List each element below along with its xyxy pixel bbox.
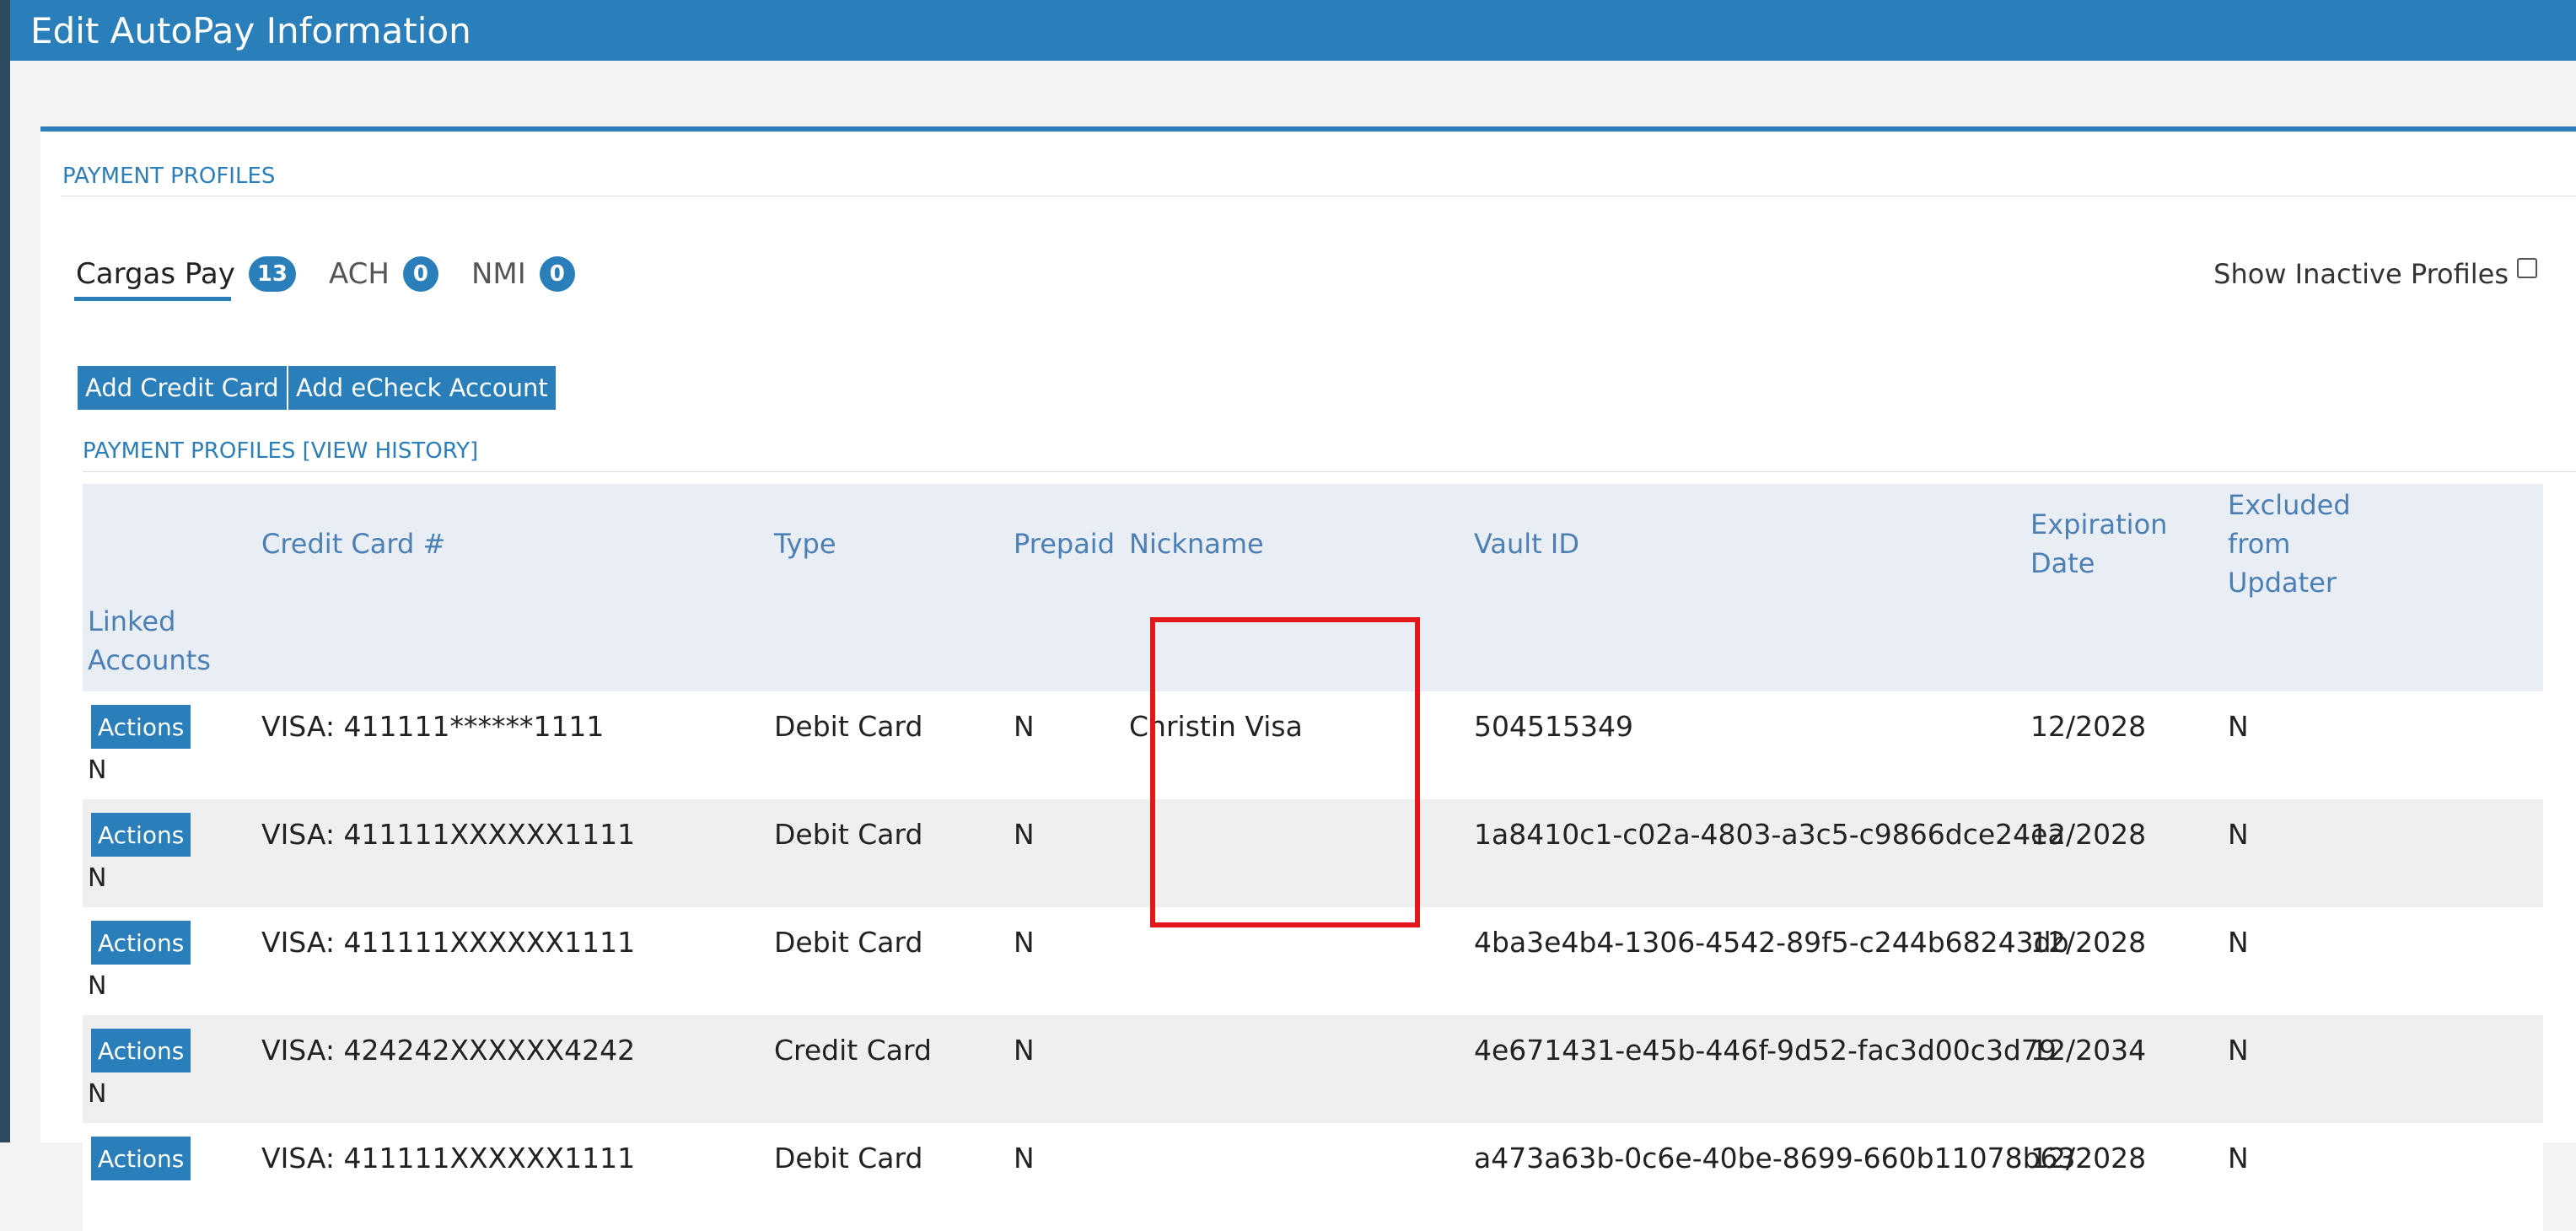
linked-accounts-value: N	[88, 971, 107, 1001]
table-row: Actions N VISA: 424242XXXXXX4242 Credit …	[83, 1015, 2543, 1123]
excluded-value: N	[2228, 1033, 2249, 1067]
count-badge: 0	[402, 256, 438, 292]
show-inactive-toggle[interactable]: Show Inactive Profiles	[2213, 258, 2537, 290]
prepaid-value: N	[1014, 817, 1035, 851]
table-row: Actions N VISA: 411111******1111 Debit C…	[83, 691, 2543, 799]
actions-button[interactable]: Actions	[91, 921, 191, 965]
expiration-value: 12/2034	[2030, 1033, 2147, 1067]
vault-id-value: 1a8410c1-c02a-4803-a3c5-c9866dce24ea	[1474, 817, 2065, 851]
header-expiration-date: Expiration Date	[2030, 508, 2168, 579]
card-type: Debit Card	[774, 709, 923, 743]
header-vault-id: Vault ID	[1474, 528, 1579, 560]
expiration-value: 12/2028	[2030, 1141, 2147, 1175]
subtitle-divider	[83, 471, 2576, 472]
title-bar: Edit AutoPay Information	[10, 0, 2576, 61]
header-credit-card: Credit Card #	[261, 528, 446, 560]
vault-id-value: 4ba3e4b4-1306-4542-89f5-c244b68243db	[1474, 925, 2069, 959]
tab-ach[interactable]: ACH 0	[329, 256, 438, 292]
show-inactive-checkbox[interactable]	[2517, 258, 2537, 278]
card-number: VISA: 411111XXXXXX1111	[261, 1141, 636, 1175]
section-title: PAYMENT PROFILES	[62, 164, 276, 189]
add-echeck-account-button[interactable]: Add eCheck Account	[288, 366, 556, 410]
header-nickname: Nickname	[1129, 528, 1264, 560]
card-number: VISA: 411111XXXXXX1111	[261, 925, 636, 959]
linked-accounts-value: N	[88, 863, 107, 893]
tab-label: Cargas Pay	[76, 257, 235, 291]
payment-profiles-panel: PAYMENT PROFILES Cargas Pay 13 ACH 0 NMI…	[40, 126, 2576, 1231]
tab-label: ACH	[329, 257, 390, 291]
page-title: Edit AutoPay Information	[30, 9, 471, 51]
nickname-value: Christin Visa	[1129, 709, 1303, 743]
prepaid-value: N	[1014, 925, 1035, 959]
actions-button[interactable]: Actions	[91, 1029, 191, 1072]
expiration-value: 12/2028	[2030, 817, 2147, 851]
active-tab-indicator	[74, 297, 231, 301]
excluded-value: N	[2228, 1141, 2249, 1175]
count-badge: 13	[248, 256, 297, 292]
header-prepaid: Prepaid	[1014, 528, 1113, 560]
excluded-value: N	[2228, 817, 2249, 851]
card-number: VISA: 411111XXXXXX1111	[261, 817, 636, 851]
card-number: VISA: 424242XXXXXX4242	[261, 1033, 636, 1067]
table-row: Actions N VISA: 411111XXXXXX1111 Debit C…	[83, 799, 2543, 907]
card-type: Debit Card	[774, 1141, 923, 1175]
profiles-subtitle-link[interactable]: PAYMENT PROFILES [VIEW HISTORY]	[83, 438, 478, 464]
expiration-value: 12/2028	[2030, 925, 2147, 959]
header-type: Type	[774, 528, 836, 560]
table-row: Actions N VISA: 411111XXXXXX1111 Debit C…	[83, 907, 2543, 1015]
actions-button[interactable]: Actions	[91, 705, 191, 749]
tab-cargas-pay[interactable]: Cargas Pay 13	[76, 256, 297, 292]
linked-accounts-value: N	[88, 1079, 107, 1109]
card-type: Debit Card	[774, 817, 923, 851]
tab-label: NMI	[471, 257, 526, 291]
actions-button[interactable]: Actions	[91, 1137, 191, 1180]
actions-button[interactable]: Actions	[91, 813, 191, 857]
prepaid-value: N	[1014, 709, 1035, 743]
table-header: Linked Accounts Credit Card # Type Prepai…	[83, 484, 2543, 691]
table-row: Actions VISA: 411111XXXXXX1111 Debit Car…	[83, 1123, 2543, 1231]
expiration-value: 12/2028	[2030, 709, 2147, 743]
linked-accounts-value: N	[88, 755, 107, 785]
vault-id-value: 4e671431-e45b-446f-9d52-fac3d00c3d79	[1474, 1033, 2057, 1067]
count-badge: 0	[539, 256, 575, 292]
card-type: Credit Card	[774, 1033, 932, 1067]
vault-id-value: 504515349	[1474, 709, 1633, 743]
header-linked-accounts: Linked Accounts	[88, 605, 211, 676]
show-inactive-label: Show Inactive Profiles	[2213, 258, 2509, 290]
tab-nmi[interactable]: NMI 0	[471, 256, 575, 292]
header-excluded-from-updater: Excluded from Updater	[2228, 489, 2351, 599]
card-number: VISA: 411111******1111	[261, 709, 605, 743]
excluded-value: N	[2228, 709, 2249, 743]
window-edge	[0, 0, 10, 1142]
vault-id-value: a473a63b-0c6e-40be-8699-660b11078b63	[1474, 1141, 2076, 1175]
card-type: Debit Card	[774, 925, 923, 959]
prepaid-value: N	[1014, 1141, 1035, 1175]
excluded-value: N	[2228, 925, 2249, 959]
prepaid-value: N	[1014, 1033, 1035, 1067]
add-credit-card-button[interactable]: Add Credit Card	[78, 366, 287, 410]
